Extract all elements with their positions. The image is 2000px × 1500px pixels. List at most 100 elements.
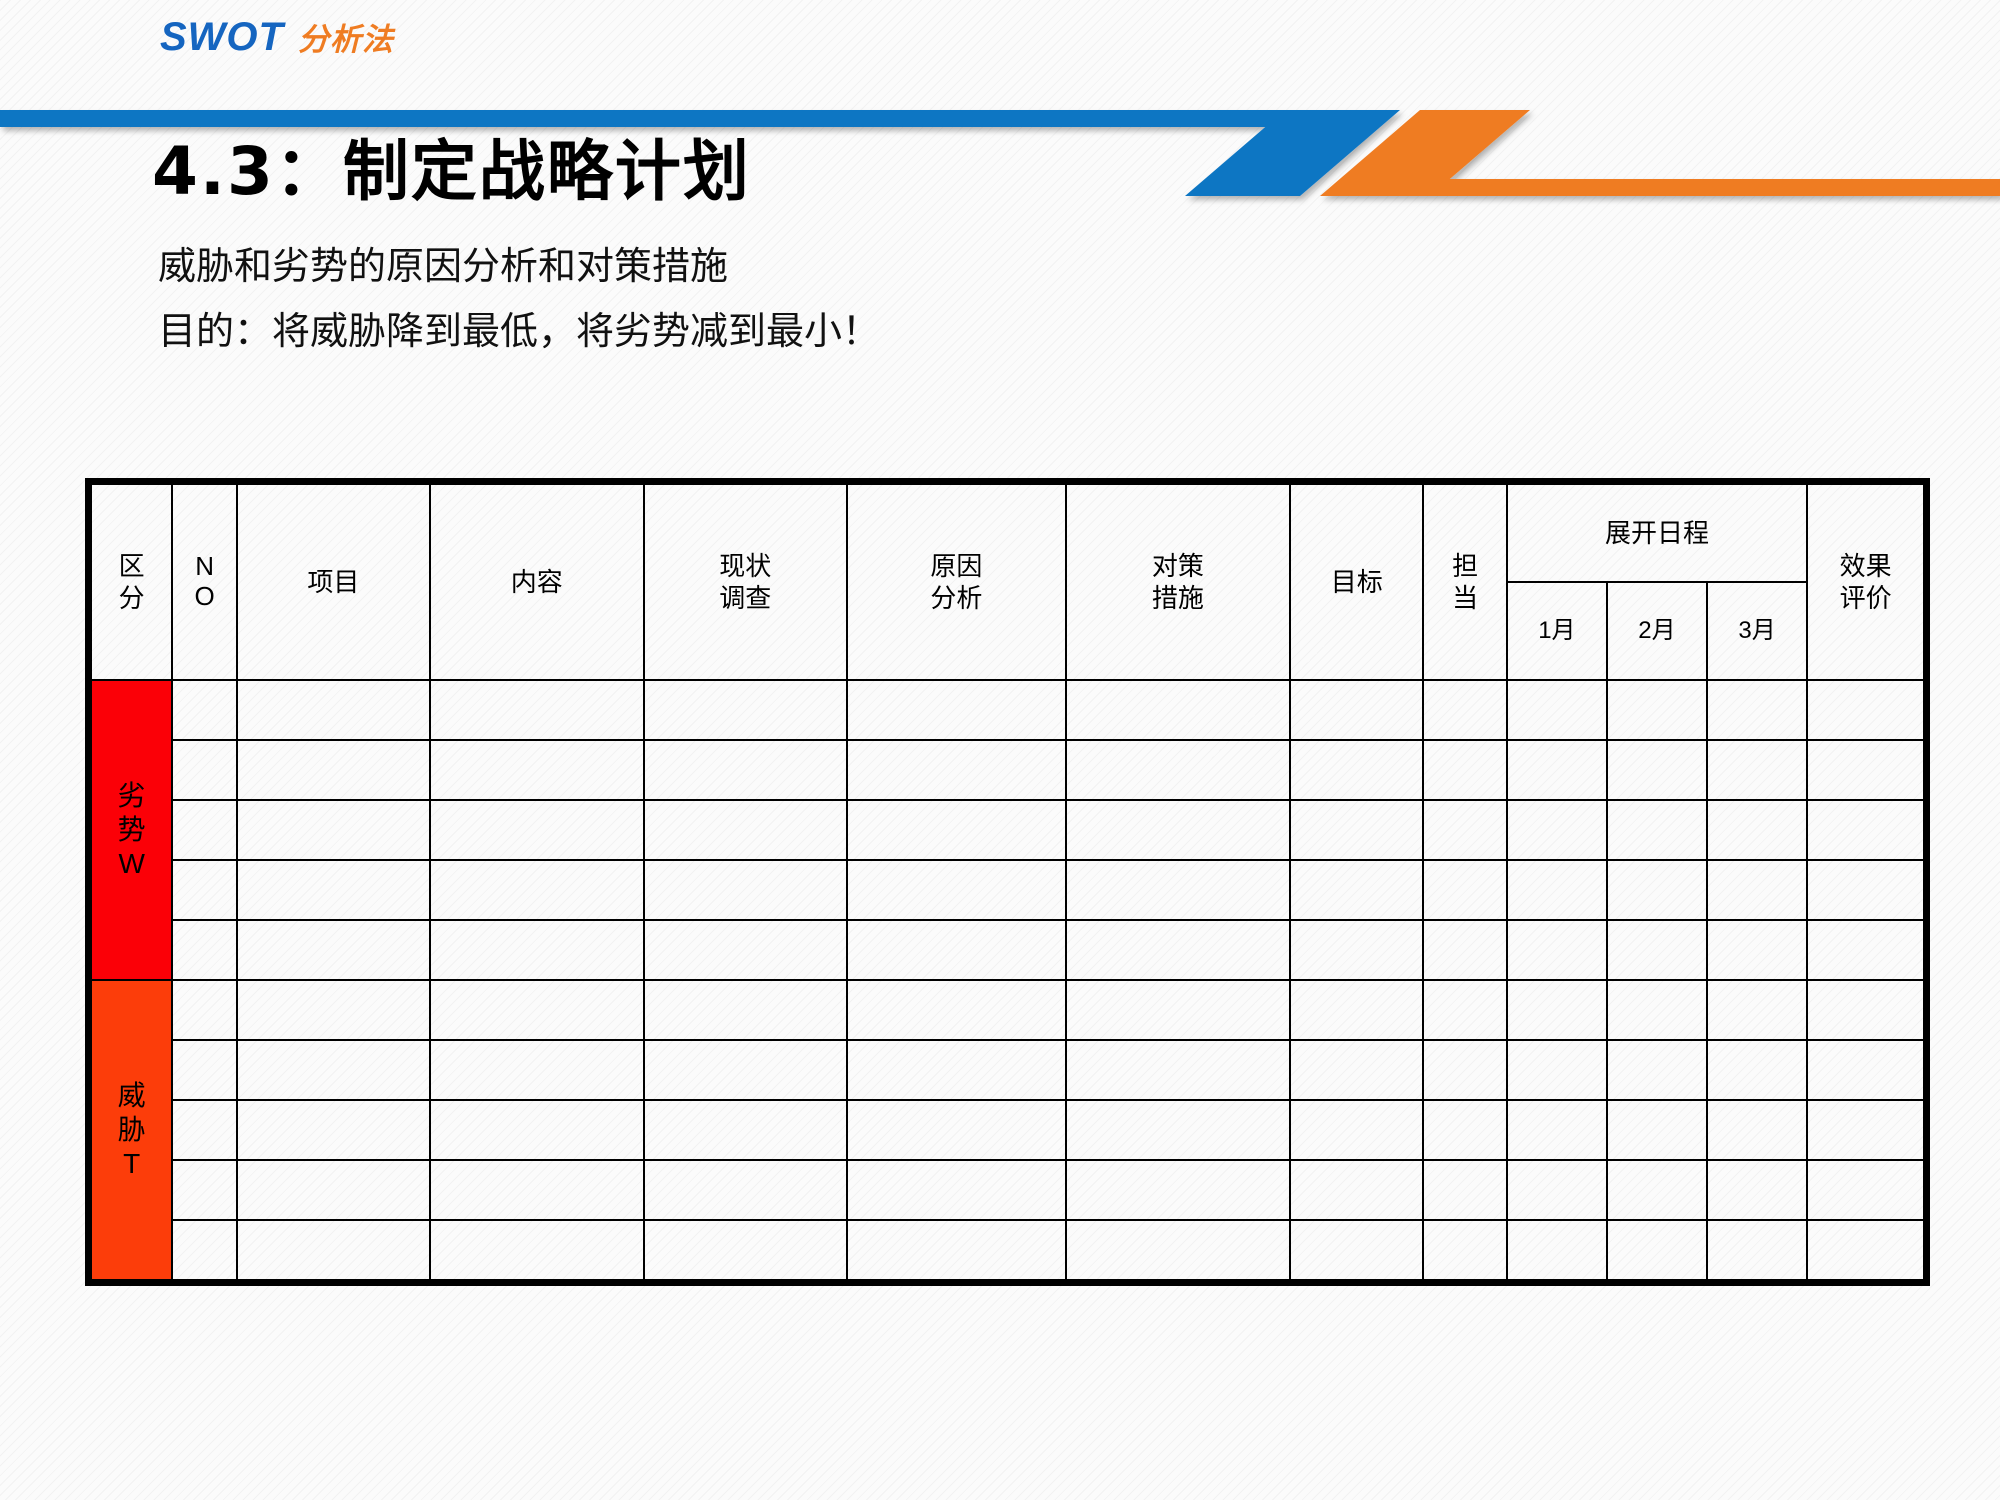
cell-cause[interactable]: [845, 799, 1067, 861]
cell-m2[interactable]: [1605, 739, 1709, 801]
cell-content[interactable]: [428, 1219, 645, 1281]
cell-content[interactable]: [428, 679, 645, 741]
cell-content[interactable]: [428, 1039, 645, 1101]
cell-effect[interactable]: [1806, 799, 1925, 861]
cell-cause[interactable]: [845, 739, 1067, 801]
cell-effect[interactable]: [1806, 679, 1925, 741]
cell-effect[interactable]: [1806, 739, 1925, 801]
cell-m3[interactable]: [1706, 1159, 1809, 1221]
cell-m1[interactable]: [1505, 859, 1608, 921]
cell-m2[interactable]: [1605, 859, 1709, 921]
cell-owner[interactable]: [1422, 1219, 1508, 1281]
cell-no[interactable]: [171, 679, 238, 741]
cell-no[interactable]: [171, 1219, 238, 1281]
cell-no[interactable]: [171, 1039, 238, 1101]
cell-no[interactable]: [171, 799, 238, 861]
cell-measure[interactable]: [1064, 1159, 1291, 1221]
cell-m1[interactable]: [1505, 919, 1608, 981]
cell-status[interactable]: [642, 1159, 848, 1221]
cell-cause[interactable]: [845, 919, 1067, 981]
cell-goal[interactable]: [1288, 1099, 1425, 1161]
cell-goal[interactable]: [1288, 1039, 1425, 1101]
cell-m2[interactable]: [1605, 979, 1709, 1041]
cell-cause[interactable]: [845, 979, 1067, 1041]
cell-goal[interactable]: [1288, 799, 1425, 861]
cell-m3[interactable]: [1706, 1039, 1809, 1101]
cell-m2[interactable]: [1605, 1159, 1709, 1221]
cell-m2[interactable]: [1605, 919, 1709, 981]
cell-status[interactable]: [642, 1099, 848, 1161]
cell-m3[interactable]: [1706, 799, 1809, 861]
cell-owner[interactable]: [1422, 919, 1508, 981]
cell-measure[interactable]: [1064, 919, 1291, 981]
cell-item[interactable]: [235, 1099, 431, 1161]
cell-owner[interactable]: [1422, 859, 1508, 921]
cell-effect[interactable]: [1806, 979, 1925, 1041]
cell-owner[interactable]: [1422, 799, 1508, 861]
cell-content[interactable]: [428, 859, 645, 921]
cell-cause[interactable]: [845, 1219, 1067, 1281]
cell-m3[interactable]: [1706, 859, 1809, 921]
cell-owner[interactable]: [1422, 979, 1508, 1041]
cell-m1[interactable]: [1505, 1159, 1608, 1221]
cell-m2[interactable]: [1605, 1219, 1709, 1281]
cell-effect[interactable]: [1806, 1099, 1925, 1161]
cell-item[interactable]: [235, 799, 431, 861]
cell-measure[interactable]: [1064, 859, 1291, 921]
cell-effect[interactable]: [1806, 1159, 1925, 1221]
cell-item[interactable]: [235, 739, 431, 801]
cell-measure[interactable]: [1064, 1099, 1291, 1161]
cell-m1[interactable]: [1505, 799, 1608, 861]
cell-effect[interactable]: [1806, 1219, 1925, 1281]
cell-goal[interactable]: [1288, 919, 1425, 981]
cell-m3[interactable]: [1706, 739, 1809, 801]
cell-status[interactable]: [642, 1039, 848, 1101]
cell-cause[interactable]: [845, 679, 1067, 741]
cell-goal[interactable]: [1288, 1219, 1425, 1281]
cell-owner[interactable]: [1422, 1159, 1508, 1221]
cell-no[interactable]: [171, 919, 238, 981]
cell-cause[interactable]: [845, 1099, 1067, 1161]
cell-item[interactable]: [235, 679, 431, 741]
cell-m1[interactable]: [1505, 979, 1608, 1041]
cell-effect[interactable]: [1806, 859, 1925, 921]
cell-status[interactable]: [642, 919, 848, 981]
cell-item[interactable]: [235, 859, 431, 921]
cell-no[interactable]: [171, 739, 238, 801]
cell-content[interactable]: [428, 739, 645, 801]
cell-content[interactable]: [428, 979, 645, 1041]
cell-status[interactable]: [642, 1219, 848, 1281]
cell-measure[interactable]: [1064, 739, 1291, 801]
cell-cause[interactable]: [845, 1039, 1067, 1101]
cell-no[interactable]: [171, 1159, 238, 1221]
cell-item[interactable]: [235, 1039, 431, 1101]
cell-m1[interactable]: [1505, 679, 1608, 741]
cell-effect[interactable]: [1806, 919, 1925, 981]
cell-m2[interactable]: [1605, 1099, 1709, 1161]
cell-owner[interactable]: [1422, 1099, 1508, 1161]
cell-cause[interactable]: [845, 859, 1067, 921]
cell-item[interactable]: [235, 1219, 431, 1281]
cell-owner[interactable]: [1422, 739, 1508, 801]
cell-m1[interactable]: [1505, 1099, 1608, 1161]
cell-effect[interactable]: [1806, 1039, 1925, 1101]
cell-m2[interactable]: [1605, 679, 1709, 741]
cell-status[interactable]: [642, 799, 848, 861]
cell-no[interactable]: [171, 979, 238, 1041]
cell-no[interactable]: [171, 859, 238, 921]
cell-cause[interactable]: [845, 1159, 1067, 1221]
cell-m3[interactable]: [1706, 1099, 1809, 1161]
cell-m2[interactable]: [1605, 1039, 1709, 1101]
cell-status[interactable]: [642, 979, 848, 1041]
cell-content[interactable]: [428, 1099, 645, 1161]
cell-item[interactable]: [235, 1159, 431, 1221]
cell-no[interactable]: [171, 1099, 238, 1161]
cell-m3[interactable]: [1706, 919, 1809, 981]
cell-owner[interactable]: [1422, 1039, 1508, 1101]
cell-owner[interactable]: [1422, 679, 1508, 741]
cell-m3[interactable]: [1706, 679, 1809, 741]
cell-goal[interactable]: [1288, 859, 1425, 921]
cell-goal[interactable]: [1288, 739, 1425, 801]
cell-measure[interactable]: [1064, 1039, 1291, 1101]
cell-measure[interactable]: [1064, 679, 1291, 741]
